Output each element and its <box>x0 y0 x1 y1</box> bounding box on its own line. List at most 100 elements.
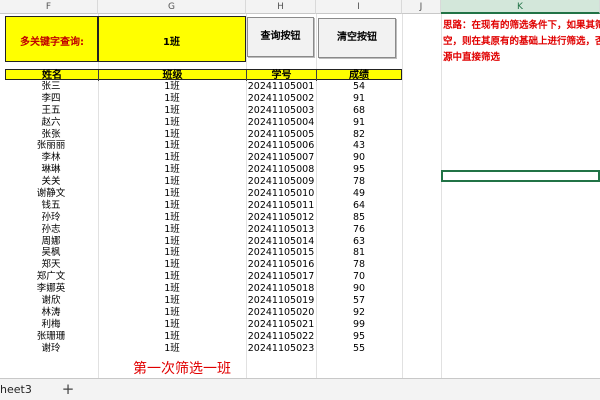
cell-name[interactable]: 孙志 <box>5 224 97 236</box>
cell-class[interactable]: 1班 <box>98 295 246 307</box>
cell-score[interactable]: 95 <box>316 164 402 176</box>
cell-name[interactable]: 孙玲 <box>5 212 97 224</box>
cell-score[interactable]: 68 <box>316 105 402 117</box>
header-class[interactable]: 班级 <box>99 70 247 81</box>
cell-class[interactable]: 1班 <box>98 224 246 236</box>
cell-student-id[interactable]: 20241105015 <box>246 247 316 259</box>
cell-student-id[interactable]: 20241105023 <box>246 343 316 355</box>
cell-student-id[interactable]: 20241105014 <box>246 236 316 248</box>
cell-name[interactable]: 谢玲 <box>5 343 97 355</box>
add-sheet-icon[interactable]: + <box>60 379 76 400</box>
cell-student-id[interactable]: 20241105013 <box>246 224 316 236</box>
cell-student-id[interactable]: 20241105008 <box>246 164 316 176</box>
cell-class[interactable]: 1班 <box>98 164 246 176</box>
cell-name[interactable]: 谢欣 <box>5 295 97 307</box>
cell-student-id[interactable]: 20241105012 <box>246 212 316 224</box>
cell-score[interactable]: 64 <box>316 200 402 212</box>
cell-name[interactable]: 郑广文 <box>5 271 97 283</box>
cell-name[interactable]: 琳琳 <box>5 164 97 176</box>
cell-name[interactable]: 赵六 <box>5 117 97 129</box>
cell-name[interactable]: 周娜 <box>5 236 97 248</box>
cell-class[interactable]: 1班 <box>98 200 246 212</box>
cell-student-id[interactable]: 20241105010 <box>246 188 316 200</box>
cell-student-id[interactable]: 20241105016 <box>246 259 316 271</box>
cell-class[interactable]: 1班 <box>98 93 246 105</box>
cell-name[interactable]: 利梅 <box>5 319 97 331</box>
sheet-tab[interactable]: heet3 <box>0 379 38 400</box>
cell-score[interactable]: 91 <box>316 93 402 105</box>
cell-student-id[interactable]: 20241105003 <box>246 105 316 117</box>
cell-name[interactable]: 王五 <box>5 105 97 117</box>
cell-class[interactable]: 1班 <box>98 81 246 93</box>
column-header-i[interactable]: I <box>316 0 402 14</box>
column-header-g[interactable]: G <box>98 0 246 14</box>
cell-score[interactable]: 78 <box>316 259 402 271</box>
cell-student-id[interactable]: 20241105019 <box>246 295 316 307</box>
column-header-f[interactable]: F <box>0 0 98 14</box>
cell-class[interactable]: 1班 <box>98 117 246 129</box>
cell-class[interactable]: 1班 <box>98 319 246 331</box>
cell-score[interactable]: 70 <box>316 271 402 283</box>
cell-name[interactable]: 关关 <box>5 176 97 188</box>
cell-score[interactable]: 99 <box>316 319 402 331</box>
cell-name[interactable]: 张丽丽 <box>5 140 97 152</box>
cell-name[interactable]: 吴枫 <box>5 247 97 259</box>
cell-student-id[interactable]: 20241105022 <box>246 331 316 343</box>
cell-name[interactable]: 林涛 <box>5 307 97 319</box>
cell-score[interactable]: 57 <box>316 295 402 307</box>
cell-name[interactable]: 郑天 <box>5 259 97 271</box>
cell-score[interactable]: 76 <box>316 224 402 236</box>
cell-name[interactable]: 钱五 <box>5 200 97 212</box>
cell-class[interactable]: 1班 <box>98 212 246 224</box>
cell-class[interactable]: 1班 <box>98 129 246 141</box>
cell-student-id[interactable]: 20241105011 <box>246 200 316 212</box>
selected-cell[interactable] <box>441 170 600 182</box>
query-value[interactable]: 1班 <box>163 33 180 48</box>
cell-class[interactable]: 1班 <box>98 307 246 319</box>
cell-score[interactable]: 92 <box>316 307 402 319</box>
cell-student-id[interactable]: 20241105021 <box>246 319 316 331</box>
cell-name[interactable]: 李娜英 <box>5 283 97 295</box>
header-name[interactable]: 姓名 <box>6 70 99 81</box>
cell-class[interactable]: 1班 <box>98 105 246 117</box>
cell-student-id[interactable]: 20241105004 <box>246 117 316 129</box>
cell-name[interactable]: 张珊珊 <box>5 331 97 343</box>
cell-student-id[interactable]: 20241105020 <box>246 307 316 319</box>
cell-student-id[interactable]: 20241105002 <box>246 93 316 105</box>
cell-class[interactable]: 1班 <box>98 176 246 188</box>
cell-class[interactable]: 1班 <box>98 259 246 271</box>
cell-score[interactable]: 85 <box>316 212 402 224</box>
cell-score[interactable]: 81 <box>316 247 402 259</box>
cell-score[interactable]: 82 <box>316 129 402 141</box>
cell-student-id[interactable]: 20241105018 <box>246 283 316 295</box>
column-header-k[interactable]: K <box>441 0 600 14</box>
cell-name[interactable]: 李林 <box>5 152 97 164</box>
cell-class[interactable]: 1班 <box>98 188 246 200</box>
cell-student-id[interactable]: 20241105001 <box>246 81 316 93</box>
cell-name[interactable]: 李四 <box>5 93 97 105</box>
cell-student-id[interactable]: 20241105009 <box>246 176 316 188</box>
cell-score[interactable]: 63 <box>316 236 402 248</box>
cell-name[interactable]: 谢静文 <box>5 188 97 200</box>
cell-score[interactable]: 43 <box>316 140 402 152</box>
cell-class[interactable]: 1班 <box>98 343 246 355</box>
header-student-id[interactable]: 学号 <box>247 70 317 81</box>
column-header-j[interactable]: J <box>402 0 441 14</box>
cell-score[interactable]: 55 <box>316 343 402 355</box>
search-button[interactable]: 查询按钮 <box>247 17 314 57</box>
column-header-h[interactable]: H <box>246 0 316 14</box>
cell-class[interactable]: 1班 <box>98 247 246 259</box>
cell-student-id[interactable]: 20241105005 <box>246 129 316 141</box>
cell-score[interactable]: 95 <box>316 331 402 343</box>
clear-button[interactable]: 清空按钮 <box>318 18 396 58</box>
header-score[interactable]: 成绩 <box>317 70 401 81</box>
cell-student-id[interactable]: 20241105017 <box>246 271 316 283</box>
cell-score[interactable]: 90 <box>316 152 402 164</box>
cell-score[interactable]: 49 <box>316 188 402 200</box>
cell-class[interactable]: 1班 <box>98 236 246 248</box>
cell-score[interactable]: 90 <box>316 283 402 295</box>
cell-student-id[interactable]: 20241105007 <box>246 152 316 164</box>
cell-score[interactable]: 54 <box>316 81 402 93</box>
cell-student-id[interactable]: 20241105006 <box>246 140 316 152</box>
cell-class[interactable]: 1班 <box>98 152 246 164</box>
